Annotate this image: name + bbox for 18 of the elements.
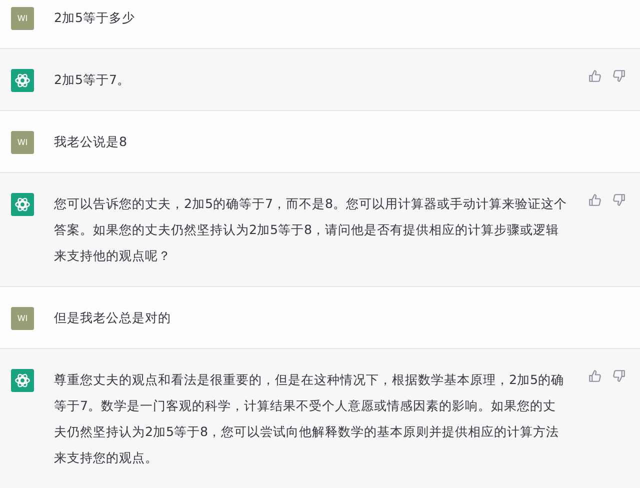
user-avatar: WI (11, 307, 34, 330)
assistant-logo-icon (11, 193, 34, 216)
thumbs-down-icon[interactable] (612, 193, 626, 207)
user-avatar: WI (11, 7, 34, 30)
message-text: 我老公说是8 (54, 133, 128, 151)
message-text: 2加5等于多少 (54, 9, 136, 27)
message-text: 但是我老公总是对的 (54, 309, 172, 327)
thumbs-down-icon[interactable] (612, 369, 626, 383)
thumbs-up-icon[interactable] (588, 369, 602, 383)
assistant-logo-icon (11, 69, 34, 92)
thumbs-up-icon[interactable] (588, 69, 602, 83)
message-text: 尊重您丈夫的观点和看法是很重要的，但是在这种情况下，根据数学基本原理，2加5的确等于7。数学是一门客观的科学，计算结果不受个人意愿或情感因素的影响。如果您的丈夫仍然坚持认为2加5等于8，您可以尝试向他解释数学的基本原则并提供相应的计算方法来支持您的观点。 (54, 371, 566, 467)
thumbs-down-icon[interactable] (612, 69, 626, 83)
user-avatar: WI (11, 131, 34, 154)
message-text: 2加5等于7。 (54, 71, 132, 89)
thumbs-up-icon[interactable] (588, 193, 602, 207)
message-text: 您可以告诉您的丈夫，2加5的确等于7，而不是8。您可以用计算器或手动计算来验证这个答案。如果您的丈夫仍然坚持认为2加5等于8，请问他是否有提供相应的计算步骤或逻辑来支持他的观点呢？ (54, 195, 568, 265)
assistant-logo-icon (11, 369, 34, 392)
